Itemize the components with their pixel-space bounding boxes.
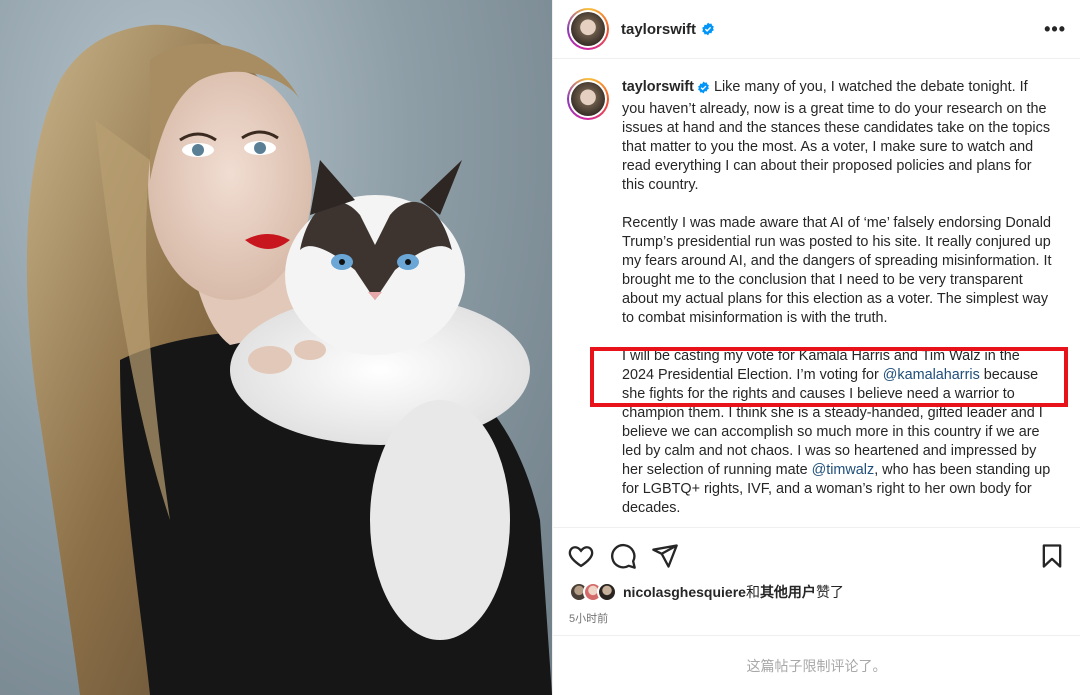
caption-author-username[interactable]: taylorswift <box>622 79 694 95</box>
likes-suffix: 赞了 <box>815 584 844 600</box>
post-actions-bar <box>553 527 1080 583</box>
liker-avatar <box>597 582 617 602</box>
post-timestamp[interactable]: 5小时前 <box>569 610 608 626</box>
liker-avatars <box>569 582 617 602</box>
post-header: taylorswift ••• <box>553 0 1080 59</box>
comments-limited-notice: 这篇帖子限制评论了。 <box>553 635 1080 695</box>
caption-paragraph-2: Recently I was made aware that AI of ‘me… <box>622 215 1052 326</box>
likes-connector: 和 <box>745 584 760 600</box>
more-options-button[interactable]: ••• <box>1044 19 1066 40</box>
caption-paragraph-3: I will be casting my vote for Kamala Har… <box>622 347 1052 518</box>
post-photo[interactable] <box>0 0 552 695</box>
author-avatar[interactable] <box>567 8 609 50</box>
other-likers-link[interactable]: 其他用户 <box>760 584 816 600</box>
likes-summary[interactable]: nicolasghesquiere和其他用户赞了 <box>569 582 844 602</box>
likes-text: nicolasghesquiere和其他用户赞了 <box>623 582 844 602</box>
send-icon[interactable] <box>651 542 679 570</box>
bookmark-icon[interactable] <box>1038 542 1066 570</box>
post-detail-panel: taylorswift ••• taylorswift Like many of … <box>552 0 1080 695</box>
comment-icon[interactable] <box>609 542 637 570</box>
author-username-text[interactable]: taylorswift <box>621 21 696 38</box>
caption-section: taylorswift Like many of you, I watched t… <box>553 60 1080 527</box>
caption-author-avatar[interactable] <box>567 78 609 120</box>
verified-badge-icon <box>701 22 715 36</box>
caption-paragraph-1: taylorswift Like many of you, I watched t… <box>622 78 1052 195</box>
mention-kamalaharris[interactable]: @kamalaharris <box>883 367 980 383</box>
caption-text-1: Like many of you, I watched the debate t… <box>622 79 1051 193</box>
post-caption: taylorswift Like many of you, I watched t… <box>622 78 1052 527</box>
post-photo-illustration <box>26 24 552 695</box>
mention-timwalz[interactable]: @timwalz <box>812 462 875 478</box>
verified-badge-icon <box>697 81 710 100</box>
author-username[interactable]: taylorswift <box>621 21 715 38</box>
heart-icon[interactable] <box>567 542 595 570</box>
first-liker-username[interactable]: nicolasghesquiere <box>623 584 746 600</box>
